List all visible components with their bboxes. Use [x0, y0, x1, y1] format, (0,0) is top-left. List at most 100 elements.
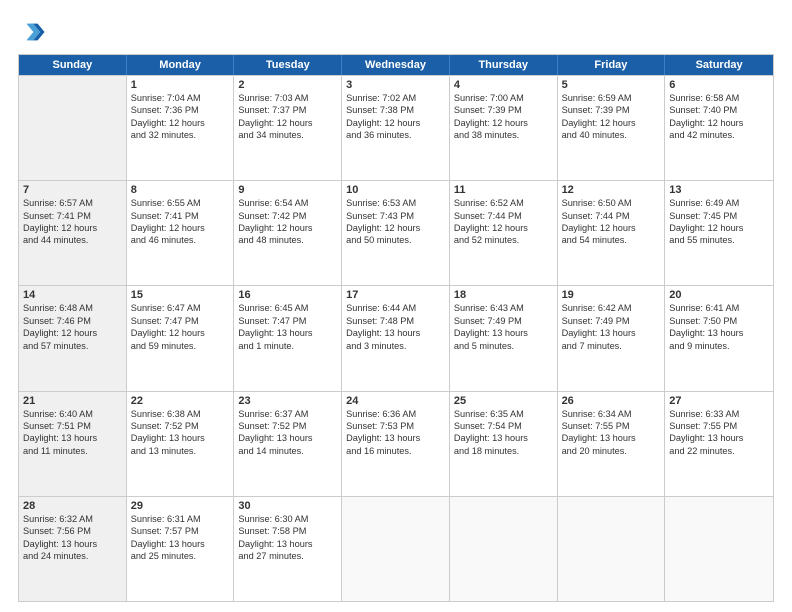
cell-line: Daylight: 12 hours	[23, 222, 122, 234]
cell-line: Daylight: 12 hours	[669, 117, 769, 129]
day-number: 24	[346, 395, 445, 407]
calendar-cell-16: 16Sunrise: 6:45 AMSunset: 7:47 PMDayligh…	[234, 286, 342, 390]
cell-line: Sunset: 7:46 PM	[23, 315, 122, 327]
cell-line: and 48 minutes.	[238, 234, 337, 246]
cell-line: Sunrise: 6:40 AM	[23, 408, 122, 420]
day-number: 15	[131, 289, 230, 301]
calendar-row-0: 1Sunrise: 7:04 AMSunset: 7:36 PMDaylight…	[19, 75, 773, 180]
cell-line: Sunrise: 6:38 AM	[131, 408, 230, 420]
day-number: 13	[669, 184, 769, 196]
calendar-cell-empty-0-0	[19, 76, 127, 180]
cell-line: and 40 minutes.	[562, 129, 661, 141]
cell-line: Daylight: 12 hours	[131, 327, 230, 339]
cell-line: Daylight: 12 hours	[454, 117, 553, 129]
calendar: SundayMondayTuesdayWednesdayThursdayFrid…	[18, 54, 774, 602]
calendar-row-3: 21Sunrise: 6:40 AMSunset: 7:51 PMDayligh…	[19, 391, 773, 496]
cell-line: Sunrise: 6:36 AM	[346, 408, 445, 420]
cell-line: Sunrise: 7:03 AM	[238, 92, 337, 104]
day-header-saturday: Saturday	[665, 55, 773, 75]
header	[18, 18, 774, 46]
day-number: 25	[454, 395, 553, 407]
cell-line: Daylight: 12 hours	[238, 222, 337, 234]
cell-line: Sunset: 7:47 PM	[131, 315, 230, 327]
cell-line: and 32 minutes.	[131, 129, 230, 141]
cell-line: Sunrise: 6:37 AM	[238, 408, 337, 420]
day-number: 26	[562, 395, 661, 407]
logo-icon	[18, 18, 46, 46]
cell-line: Daylight: 12 hours	[346, 117, 445, 129]
cell-line: Sunrise: 7:00 AM	[454, 92, 553, 104]
day-number: 27	[669, 395, 769, 407]
calendar-cell-9: 9Sunrise: 6:54 AMSunset: 7:42 PMDaylight…	[234, 181, 342, 285]
cell-line: Sunset: 7:52 PM	[238, 420, 337, 432]
cell-line: Daylight: 12 hours	[23, 327, 122, 339]
calendar-cell-18: 18Sunrise: 6:43 AMSunset: 7:49 PMDayligh…	[450, 286, 558, 390]
cell-line: Daylight: 12 hours	[669, 222, 769, 234]
day-header-friday: Friday	[558, 55, 666, 75]
cell-line: Daylight: 13 hours	[346, 432, 445, 444]
day-header-sunday: Sunday	[19, 55, 127, 75]
cell-line: and 18 minutes.	[454, 445, 553, 457]
cell-line: Daylight: 13 hours	[131, 538, 230, 550]
calendar-cell-22: 22Sunrise: 6:38 AMSunset: 7:52 PMDayligh…	[127, 392, 235, 496]
cell-line: and 11 minutes.	[23, 445, 122, 457]
cell-line: and 9 minutes.	[669, 340, 769, 352]
cell-line: and 16 minutes.	[346, 445, 445, 457]
cell-line: Daylight: 12 hours	[562, 222, 661, 234]
day-number: 7	[23, 184, 122, 196]
calendar-cell-3: 3Sunrise: 7:02 AMSunset: 7:38 PMDaylight…	[342, 76, 450, 180]
calendar-cell-19: 19Sunrise: 6:42 AMSunset: 7:49 PMDayligh…	[558, 286, 666, 390]
cell-line: Sunset: 7:43 PM	[346, 210, 445, 222]
page: SundayMondayTuesdayWednesdayThursdayFrid…	[0, 0, 792, 612]
cell-line: Daylight: 13 hours	[562, 432, 661, 444]
day-number: 22	[131, 395, 230, 407]
cell-line: and 20 minutes.	[562, 445, 661, 457]
cell-line: Sunrise: 6:50 AM	[562, 197, 661, 209]
cell-line: and 25 minutes.	[131, 550, 230, 562]
cell-line: and 42 minutes.	[669, 129, 769, 141]
cell-line: Sunrise: 6:45 AM	[238, 302, 337, 314]
cell-line: Daylight: 12 hours	[346, 222, 445, 234]
calendar-cell-11: 11Sunrise: 6:52 AMSunset: 7:44 PMDayligh…	[450, 181, 558, 285]
cell-line: Daylight: 13 hours	[346, 327, 445, 339]
calendar-cell-13: 13Sunrise: 6:49 AMSunset: 7:45 PMDayligh…	[665, 181, 773, 285]
cell-line: Sunrise: 6:42 AM	[562, 302, 661, 314]
cell-line: and 13 minutes.	[131, 445, 230, 457]
cell-line: Daylight: 12 hours	[454, 222, 553, 234]
cell-line: Daylight: 13 hours	[238, 432, 337, 444]
calendar-cell-1: 1Sunrise: 7:04 AMSunset: 7:36 PMDaylight…	[127, 76, 235, 180]
day-number: 29	[131, 500, 230, 512]
cell-line: Sunset: 7:53 PM	[346, 420, 445, 432]
cell-line: Sunrise: 6:43 AM	[454, 302, 553, 314]
cell-line: Sunset: 7:56 PM	[23, 525, 122, 537]
cell-line: Sunset: 7:37 PM	[238, 104, 337, 116]
cell-line: Sunset: 7:45 PM	[669, 210, 769, 222]
cell-line: Sunrise: 6:35 AM	[454, 408, 553, 420]
cell-line: and 3 minutes.	[346, 340, 445, 352]
cell-line: Sunset: 7:40 PM	[669, 104, 769, 116]
day-number: 6	[669, 79, 769, 91]
cell-line: and 55 minutes.	[669, 234, 769, 246]
cell-line: and 36 minutes.	[346, 129, 445, 141]
cell-line: and 24 minutes.	[23, 550, 122, 562]
cell-line: Sunrise: 6:34 AM	[562, 408, 661, 420]
cell-line: Daylight: 12 hours	[131, 222, 230, 234]
day-number: 2	[238, 79, 337, 91]
cell-line: and 1 minute.	[238, 340, 337, 352]
cell-line: Sunset: 7:39 PM	[454, 104, 553, 116]
calendar-cell-7: 7Sunrise: 6:57 AMSunset: 7:41 PMDaylight…	[19, 181, 127, 285]
calendar-cell-12: 12Sunrise: 6:50 AMSunset: 7:44 PMDayligh…	[558, 181, 666, 285]
cell-line: Sunrise: 6:30 AM	[238, 513, 337, 525]
day-header-wednesday: Wednesday	[342, 55, 450, 75]
cell-line: Sunrise: 6:31 AM	[131, 513, 230, 525]
calendar-cell-15: 15Sunrise: 6:47 AMSunset: 7:47 PMDayligh…	[127, 286, 235, 390]
cell-line: Sunrise: 6:53 AM	[346, 197, 445, 209]
day-number: 12	[562, 184, 661, 196]
day-number: 23	[238, 395, 337, 407]
cell-line: and 38 minutes.	[454, 129, 553, 141]
calendar-cell-empty-4-4	[450, 497, 558, 601]
cell-line: Sunrise: 6:58 AM	[669, 92, 769, 104]
day-number: 17	[346, 289, 445, 301]
calendar-cell-empty-4-5	[558, 497, 666, 601]
calendar-cell-25: 25Sunrise: 6:35 AMSunset: 7:54 PMDayligh…	[450, 392, 558, 496]
